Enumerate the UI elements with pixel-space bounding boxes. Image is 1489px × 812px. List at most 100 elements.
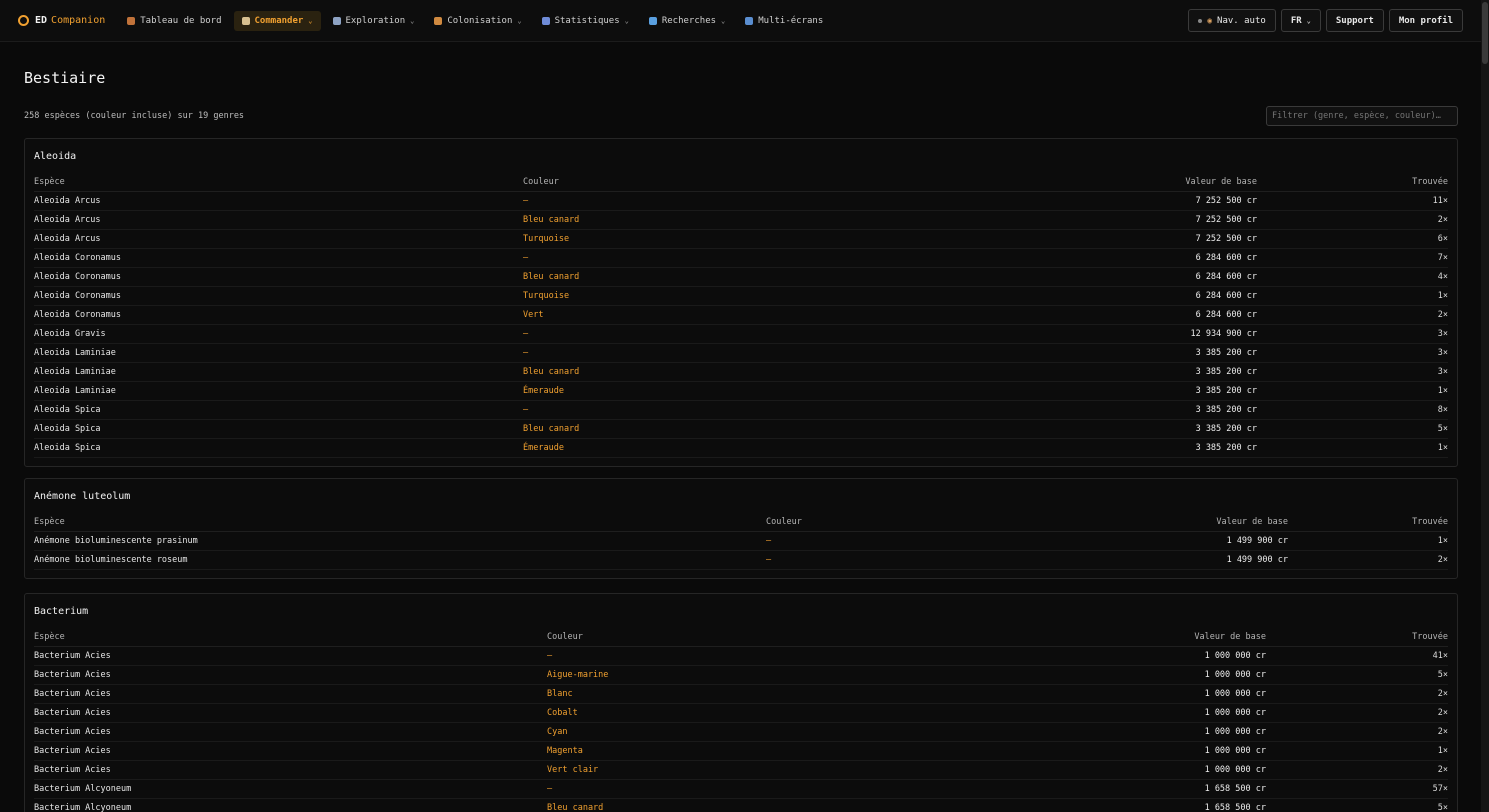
cell-found: 5×	[1266, 798, 1448, 812]
cell-color: Cyan	[547, 722, 1029, 742]
cell-species: Aleoida Spica	[34, 400, 523, 420]
chevron-down-icon: ⌄	[308, 16, 313, 25]
header-species[interactable]: Espèce	[34, 173, 523, 192]
cell-found: 2×	[1266, 684, 1448, 704]
cell-color: Vert clair	[547, 760, 1029, 780]
cell-found: 2×	[1288, 550, 1448, 570]
cell-species: Anémone bioluminescente prasinum	[34, 531, 766, 551]
nav-auto-label: Nav. auto	[1217, 15, 1266, 26]
header-value[interactable]: Valeur de base	[1047, 513, 1288, 532]
cell-value: 3 385 200 cr	[1012, 343, 1257, 363]
filter-input[interactable]	[1266, 106, 1458, 126]
cell-color: Bleu canard	[523, 210, 1012, 230]
cell-color: Aigue-marine	[547, 665, 1029, 685]
cell-species: Aleoida Arcus	[34, 229, 523, 249]
cell-found: 3×	[1257, 362, 1448, 382]
cell-found: 2×	[1257, 305, 1448, 325]
header-species[interactable]: Espèce	[34, 628, 547, 647]
cell-species: Aleoida Arcus	[34, 191, 523, 211]
cell-color: Bleu canard	[523, 267, 1012, 287]
table-row: Aleoida Spica Bleu canard 3 385 200 cr 5×	[34, 419, 1448, 439]
header-value[interactable]: Valeur de base	[1012, 173, 1257, 192]
header-found[interactable]: Trouvée	[1288, 513, 1448, 532]
cell-found: 2×	[1266, 703, 1448, 723]
header-value[interactable]: Valeur de base	[1029, 628, 1266, 647]
header-species[interactable]: Espèce	[34, 513, 766, 532]
page-title: Bestiaire	[24, 69, 106, 87]
cell-value: 6 284 600 cr	[1012, 248, 1257, 268]
cell-found: 7×	[1257, 248, 1448, 268]
language-select[interactable]: FR ⌄	[1280, 9, 1321, 32]
nav-item-recherches[interactable]: Recherches ⌄	[641, 11, 733, 31]
species-summary: 258 espèces (couleur incluse) sur 19 gen…	[24, 111, 245, 121]
app-logo[interactable]: ED Companion	[18, 15, 105, 26]
profile-button[interactable]: Mon profil	[1388, 9, 1463, 32]
page-scrollbar[interactable]	[1481, 0, 1489, 812]
cell-color: Bleu canard	[523, 362, 1012, 382]
monitor-icon	[745, 16, 754, 25]
scrollbar-thumb[interactable]	[1482, 2, 1488, 64]
cell-color: —	[523, 343, 1012, 363]
nav-item-label: Commander	[254, 15, 304, 26]
cell-value: 1 499 900 cr	[1047, 531, 1288, 551]
top-navigation-bar: ED Companion Tableau de bord Commander ⌄ Ex…	[0, 0, 1481, 42]
cell-species: Aleoida Laminiae	[34, 343, 523, 363]
cell-value: 1 499 900 cr	[1047, 550, 1288, 570]
cell-species: Aleoida Spica	[34, 419, 523, 439]
nav-auto-button[interactable]: ◉ Nav. auto	[1188, 9, 1276, 32]
nav-item-label: Colonisation	[447, 15, 513, 26]
cell-found: 1×	[1266, 741, 1448, 761]
cell-species: Aleoida Gravis	[34, 324, 523, 344]
cell-value: 7 252 500 cr	[1012, 210, 1257, 230]
nav-item-commander[interactable]: Commander ⌄	[233, 10, 321, 31]
cell-species: Aleoida Arcus	[34, 210, 523, 230]
cell-color: Blanc	[547, 684, 1029, 704]
nav-item-colonisation[interactable]: Colonisation ⌄	[426, 11, 529, 31]
header-color[interactable]: Couleur	[547, 628, 1029, 647]
header-color[interactable]: Couleur	[766, 513, 1047, 532]
cell-color: —	[523, 191, 1012, 211]
logo-ring-icon	[18, 15, 29, 26]
header-found[interactable]: Trouvée	[1266, 628, 1448, 647]
compass-icon: ◉	[1207, 16, 1213, 25]
cell-value: 1 000 000 cr	[1029, 646, 1266, 666]
header-found[interactable]: Trouvée	[1257, 173, 1448, 192]
nav-item-exploration[interactable]: Exploration ⌄	[325, 11, 423, 31]
table-row: Bacterium Acies Aigue-marine 1 000 000 cr 5…	[34, 665, 1448, 685]
header-color[interactable]: Couleur	[523, 173, 1012, 192]
nav-item-label: Tableau de bord	[140, 15, 222, 26]
cell-found: 2×	[1257, 210, 1448, 230]
support-button[interactable]: Support	[1325, 9, 1384, 32]
cell-color: —	[523, 248, 1012, 268]
table-row: Aleoida Arcus Turquoise 7 252 500 cr 6×	[34, 229, 1448, 249]
table-row: Aleoida Coronamus Bleu canard 6 284 600 cr…	[34, 267, 1448, 287]
header-controls: ◉ Nav. auto FR ⌄ Support Mon profil	[1188, 9, 1463, 32]
table-row: Aleoida Coronamus Turquoise 6 284 600 cr 1×	[34, 286, 1448, 306]
app-name-companion: Companion	[51, 15, 106, 26]
cell-color: Magenta	[547, 741, 1029, 761]
cell-color: Turquoise	[523, 286, 1012, 306]
table-row: Anémone bioluminescente roseum —1 499 900…	[34, 550, 1448, 570]
cell-found: 5×	[1266, 665, 1448, 685]
nav-item-multi-crans[interactable]: Multi-écrans	[737, 11, 831, 31]
cell-value: 6 284 600 cr	[1012, 267, 1257, 287]
cell-color: Vert	[523, 305, 1012, 325]
cell-value: 3 385 200 cr	[1012, 419, 1257, 439]
cell-value: 1 000 000 cr	[1029, 703, 1266, 723]
cell-color: Bleu canard	[523, 419, 1012, 439]
table-row: Aleoida Arcus —7 252 500 cr 11×	[34, 191, 1448, 211]
table-row: Bacterium Alcyoneum —1 658 500 cr 57×	[34, 779, 1448, 799]
dashboard-icon	[127, 16, 136, 25]
nav-item-label: Recherches	[661, 15, 717, 26]
cell-species: Bacterium Alcyoneum	[34, 798, 547, 812]
genus-card: Bacterium Espèce Couleur Valeur de base Trou…	[24, 593, 1458, 812]
cell-value: 7 252 500 cr	[1012, 229, 1257, 249]
cell-value: 1 000 000 cr	[1029, 684, 1266, 704]
cell-found: 11×	[1257, 191, 1448, 211]
cell-species: Bacterium Acies	[34, 684, 547, 704]
cell-found: 5×	[1257, 419, 1448, 439]
nav-item-tableau-de-bord[interactable]: Tableau de bord	[119, 11, 229, 31]
cell-species: Anémone bioluminescente roseum	[34, 550, 766, 570]
cell-value: 3 385 200 cr	[1012, 400, 1257, 420]
nav-item-statistiques[interactable]: Statistiques ⌄	[534, 11, 637, 31]
